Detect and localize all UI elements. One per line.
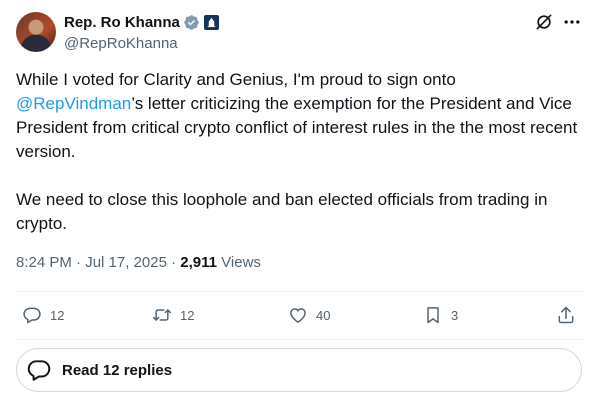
tweet-paragraph-2: We need to close this loophole and ban e… (16, 190, 548, 233)
more-options-icon[interactable] (562, 12, 582, 32)
meta-separator: · (71, 254, 86, 271)
affiliation-badge-icon[interactable] (203, 14, 219, 30)
like-count: 40 (316, 307, 331, 323)
views-count: 2,911 (180, 254, 218, 271)
like-button[interactable]: 40 (288, 298, 330, 332)
bookmark-icon (427, 307, 439, 324)
tweet-header: Rep. Ro Khanna @RepRoKhanna (16, 12, 582, 54)
read-replies-button[interactable]: Read 12 replies (16, 348, 582, 392)
mention-link[interactable]: @RepVindman (16, 94, 131, 113)
action-bar: 12 12 40 3 (16, 298, 582, 332)
verified-badge-icon[interactable] (183, 14, 200, 31)
repost-button[interactable]: 12 (152, 298, 194, 332)
tweet-time[interactable]: 8:24 PM (16, 254, 72, 271)
read-replies-label: Read 12 replies (62, 361, 173, 379)
tweet-body: While I voted for Clarity and Genius, I'… (16, 68, 582, 236)
share-icon (558, 306, 574, 324)
author-names: Rep. Ro Khanna @RepRoKhanna (64, 12, 219, 54)
tweet-text-part: While I voted for Clarity and Genius, I'… (16, 70, 456, 89)
reply-icon (23, 307, 41, 324)
avatar[interactable] (16, 12, 56, 52)
divider (16, 339, 582, 340)
repost-count: 12 (180, 307, 195, 323)
share-button[interactable] (556, 298, 576, 332)
author-handle[interactable]: @RepRoKhanna (64, 34, 219, 54)
meta-separator: · (166, 254, 181, 271)
bookmark-count: 3 (451, 307, 459, 323)
bookmark-button[interactable]: 3 (423, 298, 458, 332)
heart-icon (290, 308, 306, 323)
tweet-paragraph-1: While I voted for Clarity and Genius, I'… (16, 68, 582, 164)
tweet-date[interactable]: Jul 17, 2025 (85, 254, 167, 271)
reply-count: 12 (50, 307, 65, 323)
display-name[interactable]: Rep. Ro Khanna (64, 14, 180, 31)
tweet-meta: 8:24 PM · Jul 17, 2025 · 2,911 Views (16, 252, 261, 274)
reply-button[interactable]: 12 (22, 298, 64, 332)
name-row: Rep. Ro Khanna (64, 12, 219, 32)
reply-bubble-icon (27, 360, 51, 381)
views-label: Views (217, 254, 261, 271)
divider (16, 291, 582, 292)
repost-icon (152, 309, 172, 321)
grok-icon[interactable] (534, 12, 554, 32)
